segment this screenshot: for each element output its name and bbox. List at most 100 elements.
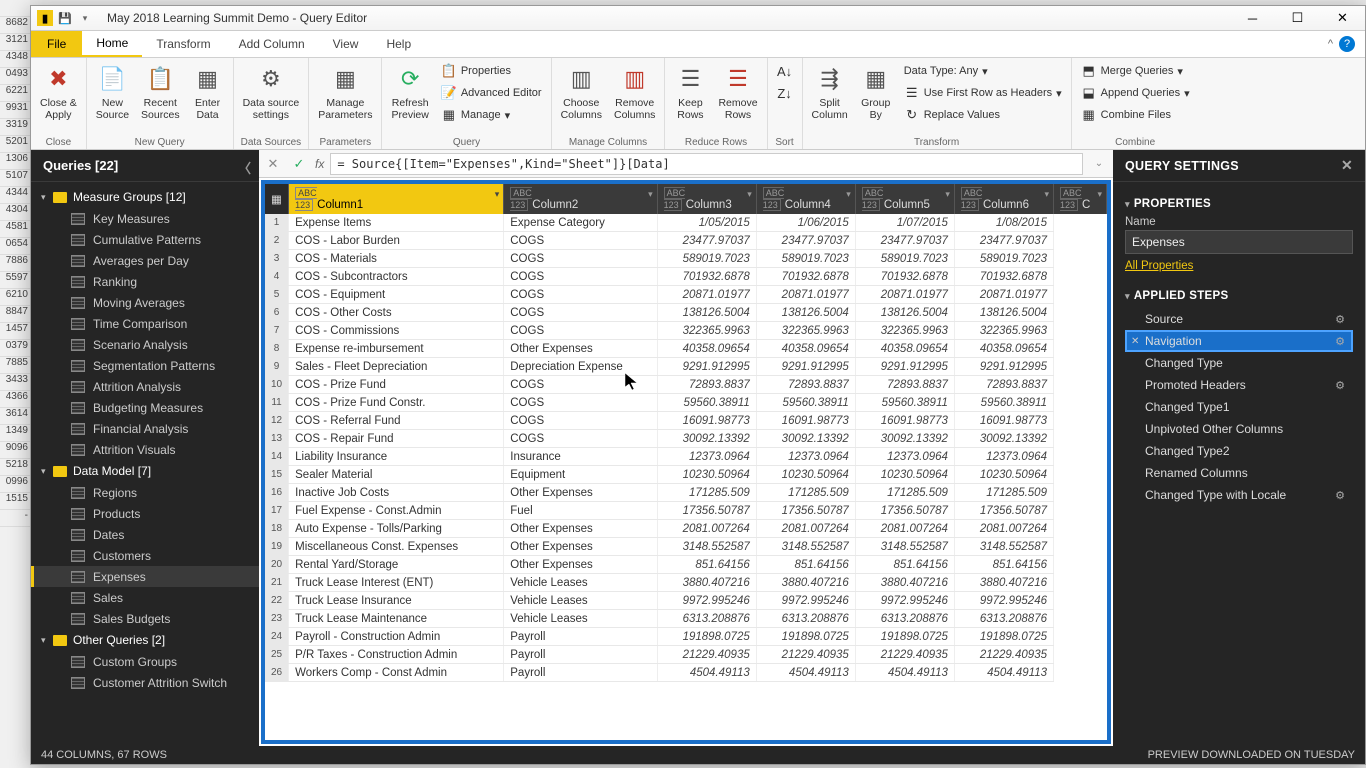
data-cell[interactable]: Payroll xyxy=(504,664,657,682)
group-by-button[interactable]: ▦Group By xyxy=(855,60,897,124)
collapse-ribbon-icon[interactable]: ^ xyxy=(1328,38,1333,50)
query-item[interactable]: Attrition Analysis xyxy=(31,376,259,397)
row-number[interactable]: 23 xyxy=(265,610,289,628)
data-cell[interactable]: 701932.6878 xyxy=(954,268,1053,286)
data-cell[interactable]: COS - Repair Fund xyxy=(289,430,504,448)
data-cell[interactable]: 2081.007264 xyxy=(756,520,855,538)
data-cell[interactable]: Truck Lease Maintenance xyxy=(289,610,504,628)
tab-view[interactable]: View xyxy=(319,31,373,57)
qat-dropdown-icon[interactable]: ▾ xyxy=(77,10,93,26)
data-cell[interactable]: 30092.13392 xyxy=(855,430,954,448)
data-cell[interactable]: 3148.552587 xyxy=(855,538,954,556)
data-cell[interactable]: 3148.552587 xyxy=(954,538,1053,556)
data-cell[interactable]: 171285.509 xyxy=(954,484,1053,502)
append-queries-button[interactable]: ⬓Append Queries ▾ xyxy=(1076,82,1195,104)
data-cell[interactable]: 59560.38911 xyxy=(954,394,1053,412)
data-cell[interactable]: COS - Prize Fund Constr. xyxy=(289,394,504,412)
data-cell[interactable]: COS - Other Costs xyxy=(289,304,504,322)
data-cell[interactable]: 3148.552587 xyxy=(657,538,756,556)
row-number[interactable]: 9 xyxy=(265,358,289,376)
data-cell[interactable]: 3880.407216 xyxy=(756,574,855,592)
data-cell[interactable]: 191898.0725 xyxy=(954,628,1053,646)
data-cell[interactable]: 4504.49113 xyxy=(855,664,954,682)
data-cell[interactable]: 17356.50787 xyxy=(756,502,855,520)
data-cell[interactable]: 59560.38911 xyxy=(657,394,756,412)
data-cell[interactable]: Other Expenses xyxy=(504,340,657,358)
data-cell[interactable]: 16091.98773 xyxy=(954,412,1053,430)
data-cell[interactable]: 16091.98773 xyxy=(756,412,855,430)
data-cell[interactable]: 16091.98773 xyxy=(855,412,954,430)
help-icon[interactable]: ? xyxy=(1339,36,1355,52)
row-number[interactable]: 21 xyxy=(265,574,289,592)
data-cell[interactable]: 20871.01977 xyxy=(756,286,855,304)
row-number[interactable]: 5 xyxy=(265,286,289,304)
column-header[interactable]: ABC123Column2▾ xyxy=(504,184,657,214)
data-cell[interactable]: 1/08/2015 xyxy=(954,214,1053,232)
data-cell[interactable]: 138126.5004 xyxy=(756,304,855,322)
data-cell[interactable]: COGS xyxy=(504,232,657,250)
advanced-editor-button[interactable]: 📝Advanced Editor xyxy=(436,82,547,104)
first-row-headers-button[interactable]: ☰Use First Row as Headers ▾ xyxy=(899,82,1067,104)
query-item[interactable]: Products xyxy=(31,503,259,524)
query-name-input[interactable] xyxy=(1125,230,1353,254)
query-item[interactable]: Key Measures xyxy=(31,208,259,229)
data-cell[interactable]: 59560.38911 xyxy=(756,394,855,412)
save-icon[interactable]: 💾 xyxy=(57,10,73,26)
formula-input[interactable] xyxy=(330,153,1083,175)
data-cell[interactable]: 1/05/2015 xyxy=(657,214,756,232)
data-cell[interactable]: 72893.8837 xyxy=(954,376,1053,394)
data-cell[interactable]: COGS xyxy=(504,412,657,430)
row-number[interactable]: 10 xyxy=(265,376,289,394)
data-cell[interactable]: 171285.509 xyxy=(756,484,855,502)
row-number[interactable]: 19 xyxy=(265,538,289,556)
row-number[interactable]: 15 xyxy=(265,466,289,484)
data-cell[interactable]: Truck Lease Insurance xyxy=(289,592,504,610)
properties-section[interactable]: PROPERTIES xyxy=(1125,198,1353,210)
data-cell[interactable]: 4504.49113 xyxy=(756,664,855,682)
data-cell[interactable]: 9291.912995 xyxy=(756,358,855,376)
data-cell[interactable]: COGS xyxy=(504,394,657,412)
query-item[interactable]: Financial Analysis xyxy=(31,418,259,439)
data-cell[interactable]: 10230.50964 xyxy=(954,466,1053,484)
tab-home[interactable]: Home xyxy=(82,31,142,57)
data-cell[interactable]: Fuel Expense - Const.Admin xyxy=(289,502,504,520)
data-cell[interactable]: Fuel xyxy=(504,502,657,520)
query-item[interactable]: Sales xyxy=(31,587,259,608)
data-cell[interactable]: COGS xyxy=(504,430,657,448)
data-cell[interactable]: 701932.6878 xyxy=(756,268,855,286)
data-cell[interactable]: 30092.13392 xyxy=(954,430,1053,448)
data-cell[interactable]: 6313.208876 xyxy=(657,610,756,628)
row-number[interactable]: 17 xyxy=(265,502,289,520)
merge-queries-button[interactable]: ⬒Merge Queries ▾ xyxy=(1076,60,1195,82)
query-item[interactable]: Time Comparison xyxy=(31,313,259,334)
data-cell[interactable]: 40358.09654 xyxy=(657,340,756,358)
data-cell[interactable]: COS - Subcontractors xyxy=(289,268,504,286)
data-cell[interactable]: 171285.509 xyxy=(855,484,954,502)
data-cell[interactable]: 72893.8837 xyxy=(756,376,855,394)
data-cell[interactable]: 20871.01977 xyxy=(855,286,954,304)
query-item[interactable]: Custom Groups xyxy=(31,651,259,672)
data-cell[interactable]: Payroll xyxy=(504,646,657,664)
data-cell[interactable]: Auto Expense - Tolls/Parking xyxy=(289,520,504,538)
applied-step[interactable]: Source⚙ xyxy=(1125,308,1353,330)
column-header[interactable]: ABC123Column3▾ xyxy=(657,184,756,214)
data-cell[interactable]: Workers Comp - Const Admin xyxy=(289,664,504,682)
data-cell[interactable]: COGS xyxy=(504,286,657,304)
close-apply-button[interactable]: ✖ Close & Apply xyxy=(35,60,82,124)
refresh-preview-button[interactable]: ⟳Refresh Preview xyxy=(386,60,433,124)
data-cell[interactable]: 3880.407216 xyxy=(657,574,756,592)
data-cell[interactable]: 17356.50787 xyxy=(954,502,1053,520)
data-cell[interactable]: 589019.7023 xyxy=(954,250,1053,268)
data-cell[interactable]: 40358.09654 xyxy=(954,340,1053,358)
data-cell[interactable]: COS - Prize Fund xyxy=(289,376,504,394)
data-cell[interactable]: Vehicle Leases xyxy=(504,574,657,592)
properties-button[interactable]: 📋Properties xyxy=(436,60,547,82)
data-cell[interactable]: COS - Equipment xyxy=(289,286,504,304)
column-header[interactable]: ABC123Column4▾ xyxy=(756,184,855,214)
data-cell[interactable]: Expense Category xyxy=(504,214,657,232)
data-cell[interactable]: 3148.552587 xyxy=(756,538,855,556)
query-item[interactable]: Customers xyxy=(31,545,259,566)
data-cell[interactable]: 3880.407216 xyxy=(855,574,954,592)
data-cell[interactable]: 21229.40935 xyxy=(756,646,855,664)
data-cell[interactable]: 12373.0964 xyxy=(756,448,855,466)
